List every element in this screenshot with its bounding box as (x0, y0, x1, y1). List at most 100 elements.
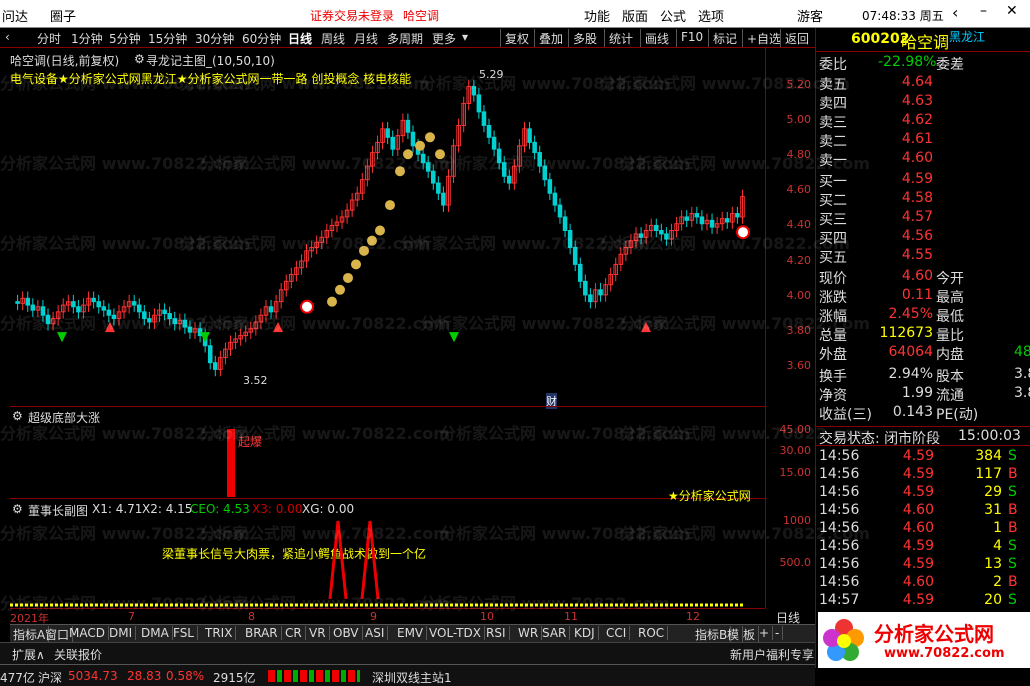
indicator-tab-23[interactable]: + (756, 626, 774, 640)
period-tab-more[interactable]: 更多 (432, 30, 456, 47)
app-name[interactable]: 问达 (2, 6, 28, 25)
period-tab-weekly[interactable]: 周线 (321, 30, 345, 47)
ask-row-2-value: 4.62 (901, 112, 933, 128)
bid-row-3[interactable]: 买四 4.56 (816, 228, 1030, 247)
tick-row: 14:56 4.59 117 B (816, 466, 1030, 484)
toolbar-back-icon[interactable]: ‹ (5, 30, 10, 44)
ask-row-1[interactable]: 卖四 4.63 (816, 93, 1030, 112)
stat-2[interactable]: 涨幅 2.45% 最低 (816, 306, 1030, 325)
adjust-button[interactable]: 复权 (500, 29, 533, 47)
candle-body (147, 318, 152, 323)
period-tab-15min[interactable]: 15分钟 (148, 30, 187, 47)
indicator-tab-19[interactable]: ROC (635, 626, 669, 640)
return-button[interactable]: 返回 (780, 29, 813, 47)
indicator-tab-9[interactable]: VR (306, 626, 330, 640)
candle-body (476, 94, 482, 113)
period-tab-intraday[interactable]: 分时 (37, 30, 61, 47)
ask-row-3[interactable]: 卖二 4.61 (816, 131, 1030, 150)
bid-row-2[interactable]: 买三 4.57 (816, 209, 1030, 228)
stat-3[interactable]: 总量 112673 量比 (816, 325, 1030, 344)
indicator-tab-11[interactable]: ASI (362, 626, 389, 640)
tick-time: 14:56 (819, 556, 860, 572)
ask-row-0[interactable]: 卖五 4.64 (816, 74, 1030, 93)
period-tab-5min[interactable]: 5分钟 (109, 30, 141, 47)
tick-row: 14:56 4.59 29 S (816, 484, 1030, 502)
menu-layout[interactable]: 版面 (622, 6, 648, 25)
ind1-gear-icon[interactable]: ⚙ (12, 409, 23, 423)
close-icon[interactable]: ✕ (1006, 3, 1018, 19)
stat-4[interactable]: 外盘 64064 内盘 48 (816, 344, 1030, 363)
statistics-button[interactable]: 统计 (604, 29, 637, 47)
top-menu-bar: 问达 圈子 证券交易未登录 哈空调 功能 版面 公式 选项 游客 07:48:3… (0, 0, 1030, 28)
stock-name: 哈空调 (901, 33, 950, 52)
minimize-icon[interactable]: – (980, 3, 987, 19)
tick-price: 4.59 (902, 466, 934, 482)
add-watchlist-button[interactable]: +自选 (742, 29, 785, 47)
indicator-tab-7[interactable]: BRAR (242, 626, 282, 640)
expand-button[interactable]: 扩展∧ (12, 646, 45, 663)
stat-0[interactable]: 现价 4.60 今开 (816, 268, 1030, 287)
period-tab-monthly[interactable]: 月线 (354, 30, 378, 47)
tick-row: 14:57 4.59 20 S (816, 592, 1030, 610)
stat-4-value: 64064 (888, 344, 933, 360)
period-tab-1min[interactable]: 1分钟 (71, 30, 103, 47)
login-status[interactable]: 证券交易未登录 (310, 7, 394, 24)
stat-4-right-value: 48 (1014, 344, 1030, 360)
indicator-panel-2[interactable]: ⚙ 董事长副图 X1: 4.71 X2: 4.15 CEO: 4.53 X3: … (10, 489, 765, 608)
indicator-tab-17[interactable]: KDJ (571, 626, 599, 640)
indicator-tab-12[interactable]: EMV (394, 626, 428, 640)
tick-side: S (1008, 592, 1017, 608)
multi-stock-button[interactable]: 多股 (568, 29, 601, 47)
indicator-tab-14[interactable]: RSI (483, 626, 510, 640)
ask-row-2[interactable]: 卖三 4.62 (816, 112, 1030, 131)
bid-row-0[interactable]: 买一 4.59 (816, 171, 1030, 190)
candle-body (684, 216, 689, 221)
bid-row-0-label: 买一 (819, 174, 847, 190)
related-quote-button[interactable]: 关联报价 (54, 646, 102, 663)
circle-menu[interactable]: 圈子 (50, 6, 76, 25)
stat2-2[interactable]: 收益(三) 0.143 PE(动) (816, 404, 1030, 423)
period-tab-60min[interactable]: 60分钟 (242, 30, 281, 47)
menu-formula[interactable]: 公式 (660, 6, 686, 25)
indicator-tab-3[interactable]: DMI (106, 626, 137, 640)
overlay-button[interactable]: 叠加 (534, 29, 567, 47)
status-index-name[interactable]: 沪深 (38, 669, 62, 686)
server-name[interactable]: 深圳双线主站1 (372, 669, 452, 686)
indicator-tab-18[interactable]: CCI (603, 626, 631, 640)
indicator-tab-6[interactable]: TRIX (202, 626, 237, 640)
menu-function[interactable]: 功能 (584, 6, 610, 25)
indicator-tab-5[interactable]: FSL (170, 626, 198, 640)
f10-button[interactable]: F10 (676, 29, 707, 47)
indicator-tab-10[interactable]: OBV (330, 626, 363, 640)
period-tab-daily[interactable]: 日线 (288, 30, 312, 47)
money-bag-icon (351, 259, 361, 270)
current-stock-name: 哈空调 (403, 9, 440, 23)
tick-volume: 4 (993, 538, 1002, 554)
tick-side: B (1008, 574, 1018, 590)
indicator-tab-16[interactable]: SAR (539, 626, 571, 640)
indicator-tab-24[interactable]: - (772, 626, 784, 640)
bid-row-4[interactable]: 买五 4.55 (816, 247, 1030, 266)
bid-row-1[interactable]: 买二 4.58 (816, 190, 1030, 209)
indicator-tab-13[interactable]: VOL-TDX (426, 626, 485, 640)
ask-row-4[interactable]: 卖一 4.60 (816, 150, 1030, 169)
bid-row-4-value: 4.55 (901, 247, 933, 263)
menu-options[interactable]: 选项 (698, 6, 724, 25)
tick-volume: 384 (975, 448, 1002, 464)
indicator-tab-8[interactable]: CR (282, 626, 306, 640)
new-user-notice[interactable]: 新用户福利专享 (730, 646, 814, 663)
stat2-1[interactable]: 净资1.99流通3.8 (816, 385, 1030, 404)
stat2-0[interactable]: 换手2.94%股本3.8 (816, 366, 1030, 385)
tick-side: B (1008, 466, 1018, 482)
period-tab-multi[interactable]: 多周期 (387, 30, 423, 47)
user-name[interactable]: 游客 (797, 6, 823, 25)
indicator-tab-2[interactable]: MACD (66, 626, 109, 640)
period-tab-30min[interactable]: 30分钟 (195, 30, 234, 47)
indicator-panel-1[interactable]: ⚙ 超级底部大涨 起爆 (10, 406, 765, 498)
indicator-tab-4[interactable]: DMA (138, 626, 173, 640)
mark-button[interactable]: 标记 (708, 29, 741, 47)
back-icon[interactable]: ‹ (952, 3, 958, 22)
stat-1[interactable]: 涨跌 0.11 最高 (816, 287, 1030, 306)
draw-line-button[interactable]: 画线 (640, 29, 673, 47)
more-dropdown-icon[interactable]: ▾ (462, 30, 468, 44)
